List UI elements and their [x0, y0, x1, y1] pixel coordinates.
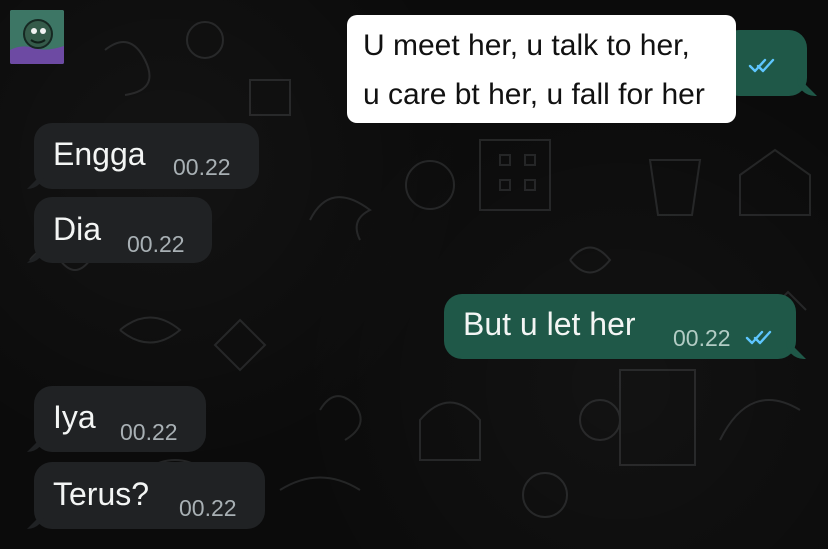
message-text: Terus? [53, 476, 150, 512]
incoming-message-bubble[interactable]: Engga 00.22 [34, 123, 259, 189]
message-text: Engga [53, 136, 146, 172]
sticker-avatar-icon [10, 10, 64, 64]
message-time: 00.22 [127, 231, 185, 257]
quoted-image-line-1: U meet her, u talk to her, [363, 29, 690, 62]
outgoing-message-bubble[interactable]: But u let her 00.22 [444, 294, 796, 359]
contact-avatar[interactable] [10, 10, 64, 64]
message-time: 00.22 [120, 419, 178, 445]
incoming-message-bubble[interactable]: Terus? 00.22 [34, 462, 265, 529]
message-time: 00.22 [173, 154, 231, 180]
incoming-message-bubble[interactable]: Dia 00.22 [34, 197, 212, 263]
double-check-read-icon [748, 58, 775, 73]
incoming-message-bubble[interactable]: Iya 00.22 [34, 386, 206, 452]
message-text: Iya [53, 399, 96, 435]
message-time: 00.22 [673, 325, 731, 351]
message-text: Dia [53, 211, 102, 247]
chat-screen: U meet her, u talk to her, u care bt her… [0, 0, 828, 549]
double-check-read-icon [745, 330, 772, 345]
message-time: 00.22 [179, 495, 237, 521]
message-text: But u let her [463, 306, 636, 342]
quoted-image-line-2: u care bt her, u fall for her [363, 78, 705, 111]
quoted-image-card[interactable]: U meet her, u talk to her, u care bt her… [347, 15, 736, 123]
